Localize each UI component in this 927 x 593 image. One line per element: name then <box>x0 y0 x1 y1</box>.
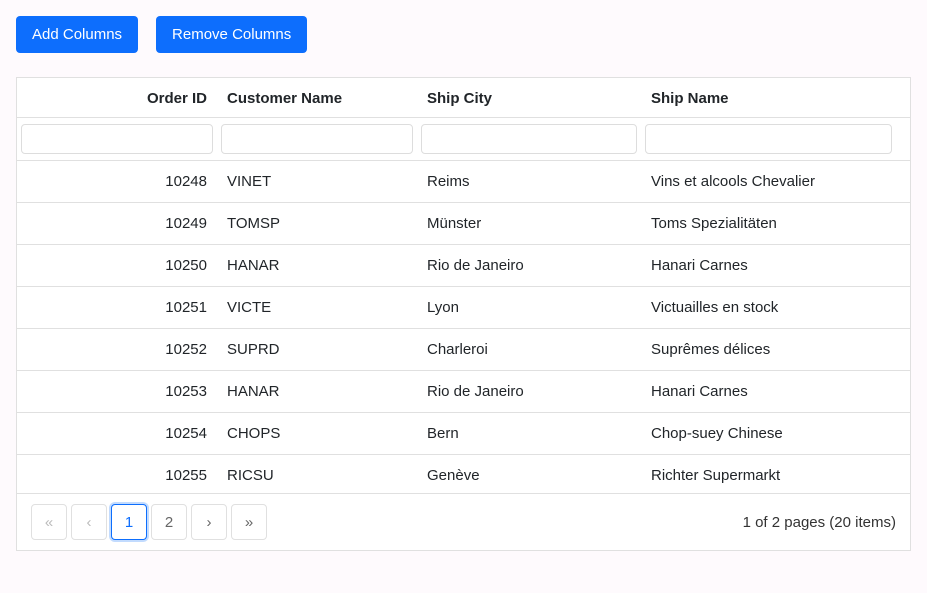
cell-city: Reims <box>417 161 641 202</box>
header-customer-name[interactable]: Customer Name <box>217 78 417 117</box>
action-buttons: Add Columns Remove Columns <box>16 16 911 53</box>
table-row[interactable]: 10255RICSUGenèveRichter Supermarkt <box>17 455 910 493</box>
cell-customer: VINET <box>217 161 417 202</box>
header-ship-city[interactable]: Ship City <box>417 78 641 117</box>
cell-customer: HANAR <box>217 245 417 286</box>
cell-ship: Richter Supermarkt <box>641 455 896 493</box>
table-row[interactable]: 10248VINETReimsVins et alcools Chevalier <box>17 161 910 203</box>
cell-ship: Chop-suey Chinese <box>641 413 896 454</box>
cell-order-id: 10254 <box>17 413 217 454</box>
pager-next-button[interactable]: › <box>191 504 227 540</box>
add-columns-button[interactable]: Add Columns <box>16 16 138 53</box>
table-row[interactable]: 10253HANARRio de JaneiroHanari Carnes <box>17 371 910 413</box>
cell-order-id: 10249 <box>17 203 217 244</box>
grid-body[interactable]: 10248VINETReimsVins et alcools Chevalier… <box>17 161 910 493</box>
cell-ship: Toms Spezialitäten <box>641 203 896 244</box>
pager-prev-button[interactable]: ‹ <box>71 504 107 540</box>
remove-columns-button[interactable]: Remove Columns <box>156 16 307 53</box>
filter-ship-name[interactable] <box>645 124 892 154</box>
table-row[interactable]: 10249TOMSPMünsterToms Spezialitäten <box>17 203 910 245</box>
cell-order-id: 10255 <box>17 455 217 493</box>
filter-ship-city[interactable] <box>421 124 637 154</box>
pager-info: 1 of 2 pages (20 items) <box>743 514 896 531</box>
cell-city: Charleroi <box>417 329 641 370</box>
header-ship-name[interactable]: Ship Name <box>641 78 896 117</box>
cell-city: Münster <box>417 203 641 244</box>
filter-customer-name[interactable] <box>221 124 413 154</box>
table-row[interactable]: 10252SUPRDCharleroiSuprêmes délices <box>17 329 910 371</box>
cell-customer: VICTE <box>217 287 417 328</box>
cell-city: Rio de Janeiro <box>417 371 641 412</box>
cell-city: Rio de Janeiro <box>417 245 641 286</box>
cell-city: Genève <box>417 455 641 493</box>
cell-order-id: 10251 <box>17 287 217 328</box>
pager: « ‹ 1 2 › » 1 of 2 pages (20 items) <box>17 493 910 550</box>
pager-page-2[interactable]: 2 <box>151 504 187 540</box>
cell-city: Bern <box>417 413 641 454</box>
table-row[interactable]: 10251VICTELyonVictuailles en stock <box>17 287 910 329</box>
header-order-id[interactable]: Order ID <box>17 78 217 117</box>
cell-ship: Hanari Carnes <box>641 245 896 286</box>
cell-ship: Victuailles en stock <box>641 287 896 328</box>
cell-customer: TOMSP <box>217 203 417 244</box>
cell-ship: Vins et alcools Chevalier <box>641 161 896 202</box>
cell-ship: Hanari Carnes <box>641 371 896 412</box>
table-row[interactable]: 10250HANARRio de JaneiroHanari Carnes <box>17 245 910 287</box>
cell-ship: Suprêmes délices <box>641 329 896 370</box>
filter-order-id[interactable] <box>21 124 213 154</box>
cell-order-id: 10252 <box>17 329 217 370</box>
cell-city: Lyon <box>417 287 641 328</box>
pager-page-1[interactable]: 1 <box>111 504 147 540</box>
cell-customer: RICSU <box>217 455 417 493</box>
pager-first-button[interactable]: « <box>31 504 67 540</box>
filter-row <box>17 118 910 161</box>
cell-order-id: 10248 <box>17 161 217 202</box>
cell-order-id: 10250 <box>17 245 217 286</box>
cell-customer: SUPRD <box>217 329 417 370</box>
grid-header-row: Order ID Customer Name Ship City Ship Na… <box>17 78 910 118</box>
table-row[interactable]: 10254CHOPSBernChop-suey Chinese <box>17 413 910 455</box>
cell-customer: HANAR <box>217 371 417 412</box>
cell-order-id: 10253 <box>17 371 217 412</box>
pager-last-button[interactable]: » <box>231 504 267 540</box>
cell-customer: CHOPS <box>217 413 417 454</box>
data-grid: Order ID Customer Name Ship City Ship Na… <box>16 77 911 551</box>
